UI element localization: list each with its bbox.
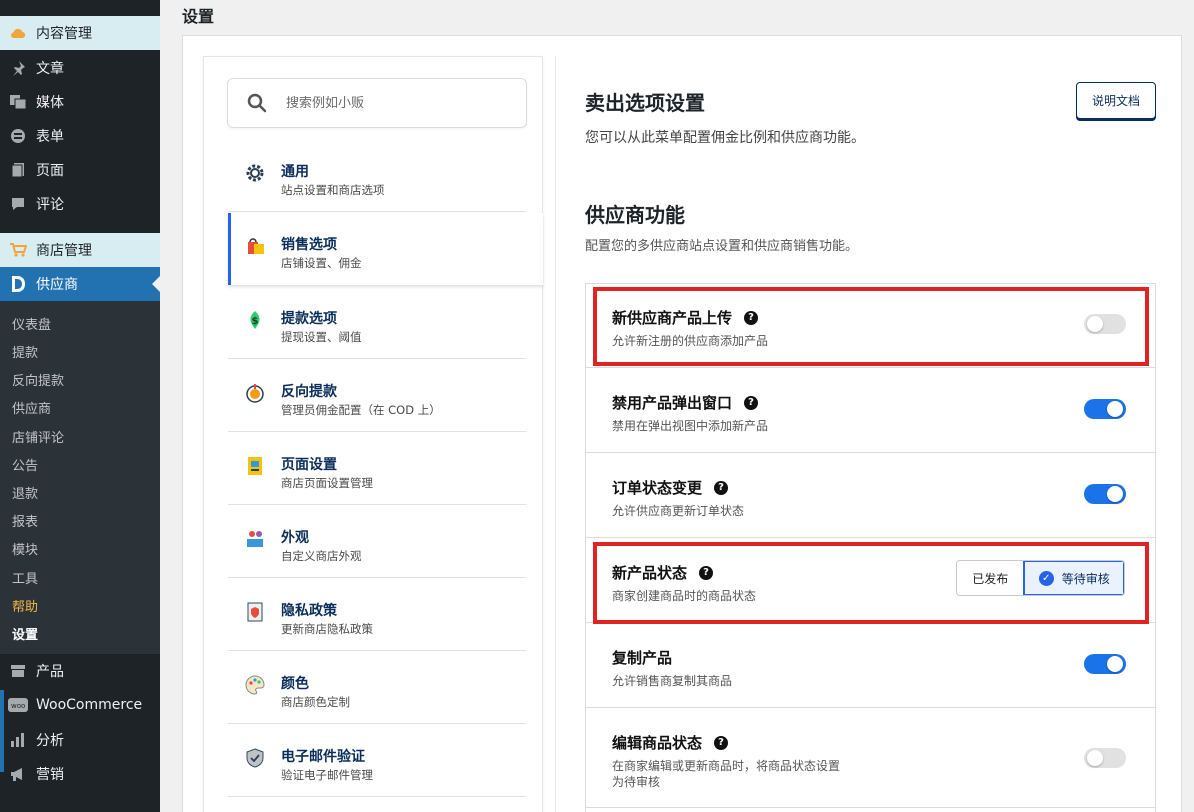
help-icon[interactable]: ? [714,480,729,495]
nav-item-appearance[interactable]: 外观 自定义商店外观 [228,506,526,578]
nav-item-colors[interactable]: 颜色 商店颜色定制 [228,652,526,724]
cart-icon [0,242,36,258]
vendor-features-description: 配置您的多供应商站点设置和供应商销售功能。 [585,239,859,254]
submenu-help[interactable]: 帮助 [12,596,38,615]
megaphone-icon [0,766,36,782]
toggle-edit-product-status[interactable] [1084,748,1126,768]
menu-content-management[interactable]: 内容管理 [0,16,160,50]
setting-edit-product-status: 编辑商品状态? 在商家编辑或更新商品时，将商品状态设置 为待审核 [585,708,1156,808]
section-description: 您可以从此菜单配置佣金比例和供应商功能。 [585,130,865,146]
menu-posts[interactable]: 文章 [0,51,160,85]
help-icon[interactable]: ? [744,310,759,325]
section-title: 卖出选项设置 [585,91,705,115]
menu-media[interactable]: 媒体 [0,85,160,119]
submenu-modules[interactable]: 模块 [12,539,38,558]
setting-new-vendor-product-upload: 新供应商产品上传? 允许新注册的供应商添加产品 [585,283,1156,368]
submenu-refunds[interactable]: 退款 [12,483,38,502]
nav-item-general[interactable]: 通用 站点设置和商店选项 [228,140,526,212]
submenu-reports[interactable]: 报表 [12,511,38,530]
setting-duplicate-product: 复制产品 允许销售商复制其商品 [585,623,1156,708]
sidebar-edge-indicator [0,690,4,772]
product-icon [0,664,36,678]
nav-item-email-verification[interactable]: 电子邮件验证 验证电子邮件管理 [228,725,526,797]
privacy-icon [244,601,266,623]
palette-icon [244,674,266,696]
submenu-tools[interactable]: 工具 [12,568,38,587]
page-icon [0,162,36,178]
submenu-vendors[interactable]: 供应商 [12,398,51,417]
submenu-store-reviews[interactable]: 店铺评论 [12,427,64,446]
dokan-icon [0,275,36,293]
form-icon [0,128,36,144]
submenu-withdraw[interactable]: 提款 [12,342,38,361]
option-pending-review[interactable]: ✓ 等待审核 [1023,561,1124,595]
page-settings-icon [244,455,266,477]
submenu-settings[interactable]: 设置 [12,624,38,643]
svg-text:$: $ [252,316,259,327]
svg-text:woo: woo [11,702,25,710]
cloud-icon [0,27,36,39]
submenu-dashboard[interactable]: 仪表盘 [12,314,51,333]
help-icon[interactable]: ? [744,395,759,410]
media-icon [0,94,36,110]
help-icon[interactable]: ? [699,565,714,580]
setting-order-status-change: 订单状态变更? 允许供应商更新订单状态 [585,453,1156,538]
search-icon [228,93,286,113]
setting-new-product-status: 新产品状态? 商家创建商品时的商品状态 已发布 ✓ 等待审核 [585,538,1156,623]
nav-item-page-settings[interactable]: 页面设置 商店页面设置管理 [228,433,526,505]
vendor-submenu: 仪表盘 提款 反向提款 供应商 店铺评论 公告 退款 报表 模块 工具 帮助 设… [0,301,160,654]
search-input[interactable] [286,95,486,111]
menu-analytics[interactable]: 分析 [0,723,160,757]
check-icon: ✓ [1038,570,1054,586]
nav-item-selling-options[interactable]: 销售选项 店铺设置、佣金 [228,213,543,285]
menu-forms[interactable]: 表单 [0,119,160,153]
pin-icon [0,60,36,76]
nav-item-privacy-policy[interactable]: 隐私政策 更新商店隐私政策 [228,579,526,651]
admin-sidebar: 内容管理 文章 媒体 表单 页面 评论 商店管理 供应商 仪表盘 提款 反向提款… [0,0,160,812]
reverse-withdraw-icon [244,382,266,404]
page-title: 设置 [182,7,215,26]
shopping-bag-icon [245,235,267,257]
toggle-order-status-change[interactable] [1084,484,1126,504]
product-status-selector: 已发布 ✓ 等待审核 [956,560,1125,596]
nav-item-withdraw-options[interactable]: $ 提款选项 提现设置、阈值 [228,287,526,359]
shield-icon [244,747,266,769]
toggle-new-vendor-product-upload[interactable] [1084,314,1126,334]
toggle-disable-product-popup[interactable] [1084,399,1126,419]
menu-woocommerce[interactable]: woo WooCommerce [0,688,160,722]
menu-comments[interactable]: 评论 [0,187,160,221]
settings-search[interactable] [227,78,527,128]
bar-chart-icon [0,732,36,748]
money-icon: $ [244,309,266,331]
menu-pages[interactable]: 页面 [0,153,160,187]
menu-products[interactable]: 产品 [0,654,160,688]
option-published[interactable]: 已发布 [957,561,1024,595]
gear-icon [244,162,266,184]
vendor-features-title: 供应商功能 [585,203,685,227]
menu-vendors[interactable]: 供应商 [0,267,160,301]
toggle-duplicate-product[interactable] [1084,654,1126,674]
appearance-icon [244,528,266,550]
submenu-announcements[interactable]: 公告 [12,455,38,474]
woo-icon: woo [0,698,36,712]
documentation-button[interactable]: 说明文档 [1076,82,1156,119]
help-icon[interactable]: ? [714,735,729,750]
menu-shop-management[interactable]: 商店管理 [0,233,160,267]
menu-marketing[interactable]: 营销 [0,757,160,791]
setting-disable-product-popup: 禁用产品弹出窗口? 禁用在弹出视图中添加新产品 [585,368,1156,453]
submenu-reverse-withdraw[interactable]: 反向提款 [12,370,64,389]
nav-item-reverse-withdraw[interactable]: 反向提款 管理员佣金配置（在 COD 上） [228,360,526,432]
comment-icon [0,196,36,212]
column-divider [555,56,556,812]
